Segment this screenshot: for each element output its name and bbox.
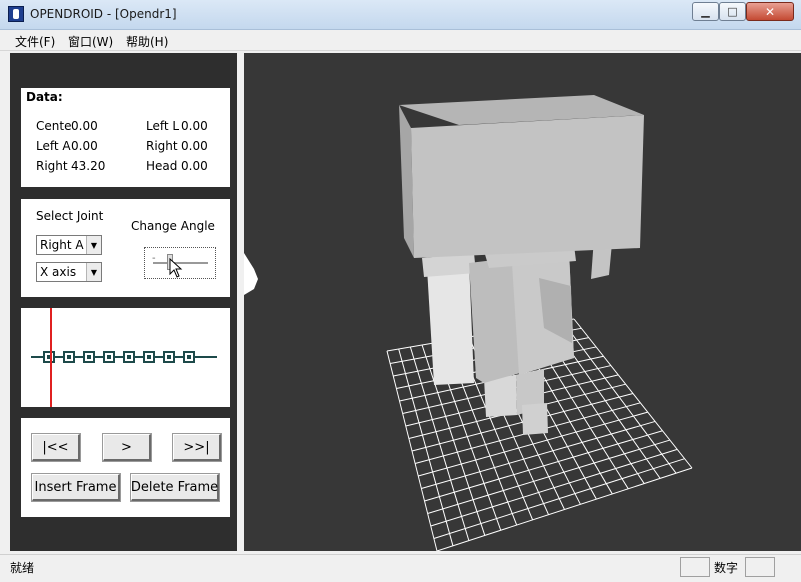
title-bar: OPENDROID - [Opendr1] ▁ □ ✕: [0, 0, 801, 30]
menu-window[interactable]: 窗口(W): [68, 33, 113, 50]
robot-left-arm: [427, 261, 474, 385]
minimize-button[interactable]: ▁: [692, 2, 719, 21]
axis-select-value: X axis: [40, 265, 77, 279]
expand-arrow-icon[interactable]: [244, 253, 258, 295]
first-frame-button[interactable]: |<<: [32, 434, 80, 461]
robot-head-side: [399, 105, 414, 258]
field-left-leg-value: 0.00: [181, 119, 208, 133]
field-left-arm-label: Left A: [36, 139, 71, 153]
robot-right-leg: [522, 403, 548, 435]
field-head-label: Head: [146, 159, 178, 173]
maximize-button[interactable]: □: [719, 2, 746, 21]
menu-help[interactable]: 帮助(H): [126, 33, 168, 50]
menu-file[interactable]: 文件(F): [15, 33, 55, 50]
data-box: Data: Cente 0.00 Left L 0.00 Left A 0.00…: [21, 88, 230, 187]
status-text: 就绪: [10, 561, 35, 575]
control-panel: Data: Cente 0.00 Left L 0.00 Left A 0.00…: [10, 53, 237, 551]
select-joint-label: Select Joint: [36, 209, 104, 223]
keyframe-marker[interactable]: [43, 351, 55, 363]
axis-select[interactable]: X axis ▼: [36, 262, 102, 282]
grid-line: [573, 318, 693, 469]
3d-viewport[interactable]: [244, 53, 801, 551]
keyframe-marker[interactable]: [83, 351, 95, 363]
field-center-label: Cente: [36, 119, 72, 133]
insert-frame-button[interactable]: Insert Frame: [32, 474, 120, 501]
keyframe-marker[interactable]: [123, 351, 135, 363]
robot-model: [399, 95, 644, 435]
field-right-leg-value: 0.00: [181, 139, 208, 153]
timeline-box[interactable]: [21, 308, 230, 407]
last-frame-button[interactable]: >>|: [173, 434, 221, 461]
keyframe-marker[interactable]: [183, 351, 195, 363]
controls-box: |<< > >>| Insert Frame Delete Frame: [21, 418, 230, 517]
cursor-icon: [169, 258, 183, 278]
grid-line: [561, 320, 677, 474]
grid-line: [436, 467, 693, 551]
field-right-arm-value: 43.20: [71, 159, 106, 173]
playhead[interactable]: [50, 308, 52, 407]
keyframe-marker[interactable]: [163, 351, 175, 363]
window-title: OPENDROID - [Opendr1]: [30, 7, 177, 21]
next-frame-button[interactable]: >: [103, 434, 151, 461]
field-center-value: 0.00: [71, 119, 98, 133]
field-left-arm-value: 0.00: [71, 139, 98, 153]
angle-slider[interactable]: -: [144, 247, 216, 279]
maximize-icon: □: [727, 5, 738, 18]
status-num-label: 数字: [714, 561, 739, 575]
change-angle-label: Change Angle: [131, 219, 215, 233]
minimize-icon: ▁: [701, 5, 710, 18]
grid-line: [430, 448, 678, 527]
chevron-down-icon: ▼: [86, 263, 101, 281]
status-bar: 就绪 数字: [0, 554, 801, 582]
keyframe-marker[interactable]: [63, 351, 75, 363]
field-right-arm-label: Right: [36, 159, 68, 173]
field-right-leg-label: Right: [146, 139, 178, 153]
status-cell-scroll: [745, 557, 775, 577]
keyframe-marker[interactable]: [103, 351, 115, 363]
robot-head-front: [411, 115, 644, 258]
delete-frame-button[interactable]: Delete Frame: [131, 474, 219, 501]
close-icon: ✕: [764, 4, 776, 19]
menu-bar: 文件(F) 窗口(W) 帮助(H): [0, 30, 801, 51]
grid-line: [433, 458, 685, 539]
app-icon: [8, 6, 24, 22]
field-head-value: 0.00: [181, 159, 208, 173]
joint-select-value: Right A: [40, 238, 84, 252]
keyframe-marker[interactable]: [143, 351, 155, 363]
joint-select[interactable]: Right A ▼: [36, 235, 102, 255]
close-button[interactable]: ✕: [746, 2, 794, 21]
3d-scene: [386, 95, 693, 551]
field-left-leg-label: Left L: [146, 119, 180, 133]
data-heading: Data:: [26, 90, 63, 104]
chevron-down-icon: ▼: [86, 236, 101, 254]
joint-box: Select Joint Change Angle Right A ▼ X ax…: [21, 199, 230, 297]
status-cell-caps: [680, 557, 710, 577]
